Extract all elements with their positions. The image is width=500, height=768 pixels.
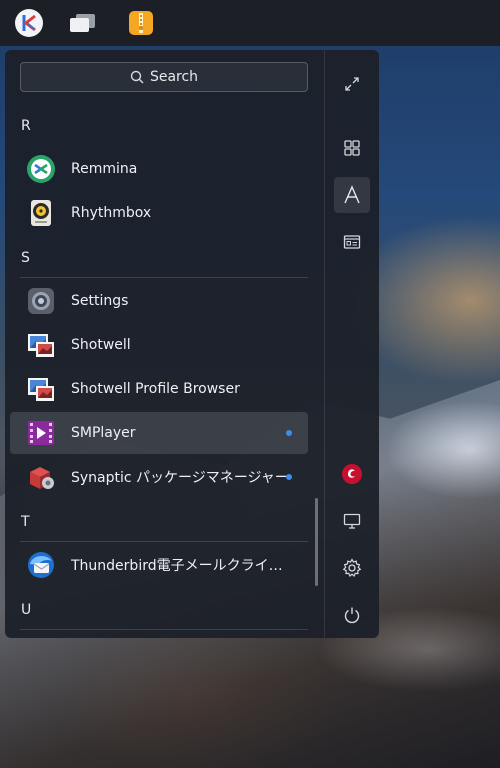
gear-icon[interactable]: [334, 550, 370, 586]
grid-icon[interactable]: [334, 130, 370, 166]
section-divider: [20, 629, 308, 630]
app-item-shotwell[interactable]: Shotwell: [10, 324, 308, 366]
app-label: Rhythmbox: [71, 205, 152, 221]
app-label: Settings: [71, 293, 129, 309]
app-item-rhythmbox[interactable]: Rhythmbox: [10, 192, 308, 234]
synaptic-package-icon: [26, 462, 56, 492]
debian-swirl-icon[interactable]: [334, 456, 370, 492]
app-label: Thunderbird電子メールクライ…: [71, 558, 283, 574]
app-item-smplayer[interactable]: SMPlayer: [10, 412, 308, 454]
app-item-synaptic[interactable]: Synaptic パッケージマネージャー: [10, 456, 308, 498]
section-divider: [20, 541, 308, 542]
power-icon[interactable]: [334, 597, 370, 633]
app-item-shotwell-profile-browser[interactable]: Shotwell Profile Browser: [10, 368, 308, 410]
letter-a-icon[interactable]: [334, 177, 370, 213]
app-item-remmina[interactable]: Remmina: [10, 148, 308, 190]
app-label: SMPlayer: [71, 425, 136, 441]
app-item-settings[interactable]: Settings: [10, 280, 308, 322]
app-list[interactable]: Search R Remmina Rhythmbox S Settings Sh…: [5, 50, 325, 638]
monitor-icon[interactable]: [334, 503, 370, 539]
kylin-logo-icon[interactable]: [11, 5, 47, 41]
settings-gear-icon: [26, 286, 56, 316]
start-menu: Search R Remmina Rhythmbox S Settings Sh…: [5, 50, 379, 638]
new-app-dot: [286, 474, 292, 480]
shotwell-photo-icon: [26, 374, 56, 404]
app-item-thunderbird[interactable]: Thunderbird電子メールクライ…: [10, 544, 308, 586]
section-header-s: S: [21, 250, 30, 266]
search-icon: [130, 70, 144, 84]
archive-zip-icon[interactable]: [123, 5, 159, 41]
app-label: Shotwell: [71, 337, 131, 353]
search-box[interactable]: Search: [20, 62, 308, 92]
smplayer-icon: [26, 418, 56, 448]
shotwell-photo-icon: [26, 330, 56, 360]
search-label: Search: [149, 69, 199, 85]
section-header-u: U: [21, 602, 32, 618]
thunderbird-icon: [26, 550, 56, 580]
section-divider: [20, 277, 308, 278]
list-card-icon[interactable]: [334, 224, 370, 260]
app-list-scrollbar[interactable]: [315, 498, 318, 586]
app-label: Shotwell Profile Browser: [71, 381, 240, 397]
window-switch-icon[interactable]: [64, 5, 100, 41]
new-app-dot: [286, 430, 292, 436]
expand-icon[interactable]: [334, 66, 370, 102]
launcher-sidebar: [324, 50, 379, 638]
rhythmbox-icon: [26, 198, 56, 228]
remmina-icon: [26, 154, 56, 184]
section-header-t: T: [21, 514, 30, 530]
top-panel: [0, 0, 500, 46]
section-header-r: R: [21, 118, 31, 134]
app-label: Synaptic パッケージマネージャー: [71, 470, 289, 486]
app-label: Remmina: [71, 161, 138, 177]
